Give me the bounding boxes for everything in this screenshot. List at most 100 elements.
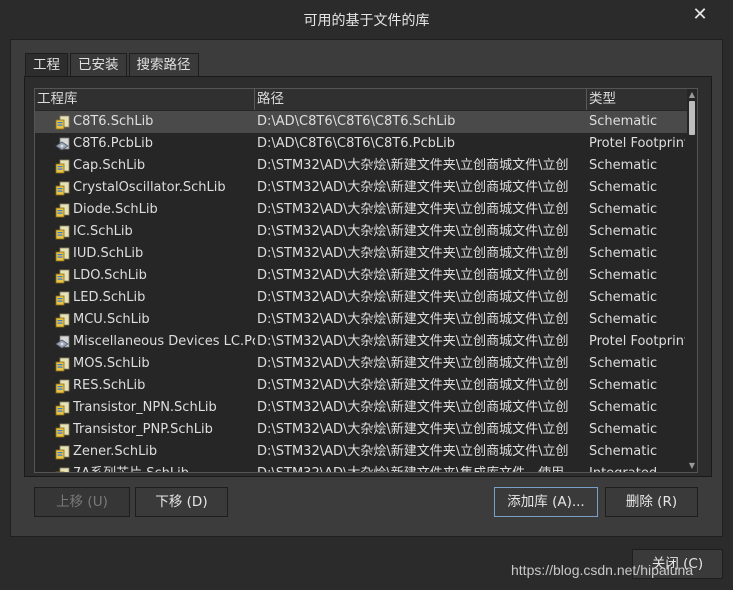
library-name: 7A系列芯片.SchLib <box>73 463 255 472</box>
schlib-icon <box>55 225 70 240</box>
schlib-icon <box>55 291 70 306</box>
table-row[interactable]: Zener.SchLib D:\STM32\AD\大杂烩\新建文件夹\立创商城文件… <box>35 441 688 463</box>
library-path: D:\STM32\AD\大杂烩\新建文件夹\立创商城文件\立创 <box>257 158 569 173</box>
table-row[interactable]: LDO.SchLib D:\STM32\AD\大杂烩\新建文件夹\立创商城文件\立… <box>35 265 688 287</box>
tab-installed[interactable]: 已安装 <box>70 53 127 76</box>
library-path: D:\STM32\AD\大杂烩\新建文件夹\立创商城文件\立创 <box>257 334 569 349</box>
library-path: D:\AD\C8T6\C8T6\C8T6.SchLib <box>257 114 456 129</box>
table-row[interactable]: Transistor_PNP.SchLib D:\STM32\AD\大杂烩\新建文… <box>35 419 688 441</box>
library-path: D:\STM32\AD\大杂烩\新建文件夹\立创商城文件\立创 <box>257 444 569 459</box>
table-header: 工程库 路径 类型 <box>35 89 688 110</box>
move-down-button[interactable]: 下移 (D) <box>135 487 228 517</box>
table-row[interactable]: Cap.SchLib D:\STM32\AD\大杂烩\新建文件夹\立创商城文件\立… <box>35 155 688 177</box>
schlib-icon <box>55 247 70 262</box>
table-row[interactable]: C8T6.SchLib D:\AD\C8T6\C8T6\C8T6.SchLib Sc… <box>35 111 688 133</box>
table-row[interactable]: Diode.SchLib D:\STM32\AD\大杂烩\新建文件夹\立创商城文件… <box>35 199 688 221</box>
scroll-down-icon[interactable]: ▼ <box>687 461 697 471</box>
table-row[interactable]: CrystalOscillator.SchLib D:\STM32\AD\大杂烩\… <box>35 177 688 199</box>
library-path: D:\STM32\AD\大杂烩\新建文件夹\立创商城文件\立创 <box>257 290 569 305</box>
library-type: Schematic <box>589 224 658 239</box>
library-name: Diode.SchLib <box>73 202 158 217</box>
library-type: Protel Footprint <box>589 136 685 151</box>
table-row[interactable]: RES.SchLib D:\STM32\AD\大杂烩\新建文件夹\立创商城文件\立… <box>35 375 688 397</box>
schlib-icon <box>55 379 70 394</box>
tab-content: 工程库 路径 类型 C8T6.SchLib D:\AD\C8T6\C8T6\C8T… <box>24 76 712 477</box>
pcblib-icon <box>55 335 70 350</box>
library-path: D:\STM32\AD\大杂烩\新建文件夹\立创商城文件\立创 <box>257 180 569 195</box>
library-name: LDO.SchLib <box>73 268 147 283</box>
library-type: Schematic <box>589 356 658 371</box>
schlib-icon <box>55 401 70 416</box>
library-type: Schematic <box>589 202 658 217</box>
schlib-icon <box>55 423 70 438</box>
library-path: D:\STM32\AD\大杂烩\新建文件夹\立创商城文件\立创 <box>257 422 569 437</box>
schlib-icon <box>55 357 70 372</box>
library-name: CrystalOscillator.SchLib <box>73 180 226 195</box>
library-path: D:\STM32\AD\大杂烩\新建文件夹\立创商城文件\立创 <box>257 378 569 393</box>
library-name: C8T6.PcbLib <box>73 136 154 151</box>
library-type: Integrated <box>589 463 685 472</box>
table-row[interactable]: MCU.SchLib D:\STM32\AD\大杂烩\新建文件夹\立创商城文件\立… <box>35 309 688 331</box>
library-path: D:\STM32\AD\大杂烩\新建文件夹\集成库文件 - 使用 <box>257 463 587 472</box>
library-type: Schematic <box>589 400 658 415</box>
pcblib-icon <box>55 137 70 152</box>
library-type: Schematic <box>589 444 658 459</box>
tab-search-path[interactable]: 搜索路径 <box>128 53 199 76</box>
dialog-title: 可用的基于文件的库 <box>303 13 430 29</box>
library-type: Schematic <box>589 268 658 283</box>
schlib-icon <box>55 269 70 284</box>
library-name: MCU.SchLib <box>73 312 150 327</box>
library-name: Zener.SchLib <box>73 444 158 459</box>
add-library-button[interactable]: 添加库 (A)... <box>494 487 598 517</box>
library-name: IC.SchLib <box>73 224 133 239</box>
library-name: IUD.SchLib <box>73 246 144 261</box>
library-name: Transistor_NPN.SchLib <box>73 400 217 415</box>
remove-button[interactable]: 删除 (R) <box>605 487 698 517</box>
library-path: D:\STM32\AD\大杂烩\新建文件夹\立创商城文件\立创 <box>257 202 569 217</box>
schlib-icon <box>55 467 70 472</box>
library-name: MOS.SchLib <box>73 356 150 371</box>
close-icon[interactable]: ✕ <box>691 6 709 24</box>
column-header-type[interactable]: 类型 <box>587 89 688 110</box>
table-row[interactable]: IUD.SchLib D:\STM32\AD\大杂烩\新建文件夹\立创商城文件\立… <box>35 243 688 265</box>
library-name: C8T6.SchLib <box>73 114 154 129</box>
table-row[interactable]: Miscellaneous Devices LC.PcbLibD:\STM32\… <box>35 331 688 353</box>
tab-bar: 工程 已安装 搜索路径 <box>25 53 201 77</box>
schlib-icon <box>55 181 70 196</box>
library-type: Schematic <box>589 180 658 195</box>
vertical-scrollbar[interactable]: ▲ ▼ <box>687 89 697 472</box>
library-name: Transistor_PNP.SchLib <box>73 422 213 437</box>
library-path: D:\STM32\AD\大杂烩\新建文件夹\立创商城文件\立创 <box>257 312 569 327</box>
tab-project[interactable]: 工程 <box>25 53 68 77</box>
scroll-up-icon[interactable]: ▲ <box>687 90 697 100</box>
table-row[interactable]: LED.SchLib D:\STM32\AD\大杂烩\新建文件夹\立创商城文件\立… <box>35 287 688 309</box>
table-row[interactable]: Transistor_NPN.SchLib D:\STM32\AD\大杂烩\新建文… <box>35 397 688 419</box>
column-header-path[interactable]: 路径 <box>255 89 587 110</box>
library-path: D:\STM32\AD\大杂烩\新建文件夹\立创商城文件\立创 <box>257 268 569 283</box>
table-body: C8T6.SchLib D:\AD\C8T6\C8T6\C8T6.SchLib Sc… <box>35 111 688 472</box>
table-row[interactable]: MOS.SchLib D:\STM32\AD\大杂烩\新建文件夹\立创商城文件\立… <box>35 353 688 375</box>
library-table: 工程库 路径 类型 C8T6.SchLib D:\AD\C8T6\C8T6\C8T… <box>34 88 698 473</box>
library-name: RES.SchLib <box>73 378 146 393</box>
table-row[interactable]: 7A系列芯片.SchLibD:\STM32\AD\大杂烩\新建文件夹\集成库文件… <box>35 463 688 472</box>
schlib-icon <box>55 115 70 130</box>
library-name: Miscellaneous Devices LC.PcbLib <box>73 334 255 349</box>
schlib-icon <box>55 313 70 328</box>
column-header-project-library[interactable]: 工程库 <box>35 89 255 110</box>
dialog-body: 工程 已安装 搜索路径 工程库 路径 类型 C8T6.SchLib D:\AD\C… <box>10 39 723 537</box>
library-type: Schematic <box>589 158 658 173</box>
title-bar: 可用的基于文件的库 ✕ <box>0 0 733 36</box>
library-type: Schematic <box>589 312 658 327</box>
library-type: Schematic <box>589 290 658 305</box>
table-row[interactable]: C8T6.PcbLib D:\AD\C8T6\C8T6\C8T6.PcbLib Pr… <box>35 133 688 155</box>
library-name: Cap.SchLib <box>73 158 146 173</box>
scrollbar-thumb[interactable] <box>689 101 695 135</box>
library-type: Schematic <box>589 246 658 261</box>
library-path: D:\STM32\AD\大杂烩\新建文件夹\立创商城文件\立创 <box>257 356 569 371</box>
library-path: D:\AD\C8T6\C8T6\C8T6.PcbLib <box>257 136 455 151</box>
library-type: Schematic <box>589 378 658 393</box>
move-up-button[interactable]: 上移 (U) <box>34 487 130 517</box>
table-row[interactable]: IC.SchLib D:\STM32\AD\大杂烩\新建文件夹\立创商城文件\立创… <box>35 221 688 243</box>
library-path: D:\STM32\AD\大杂烩\新建文件夹\立创商城文件\立创 <box>257 400 569 415</box>
library-path: D:\STM32\AD\大杂烩\新建文件夹\立创商城文件\立创 <box>257 224 569 239</box>
